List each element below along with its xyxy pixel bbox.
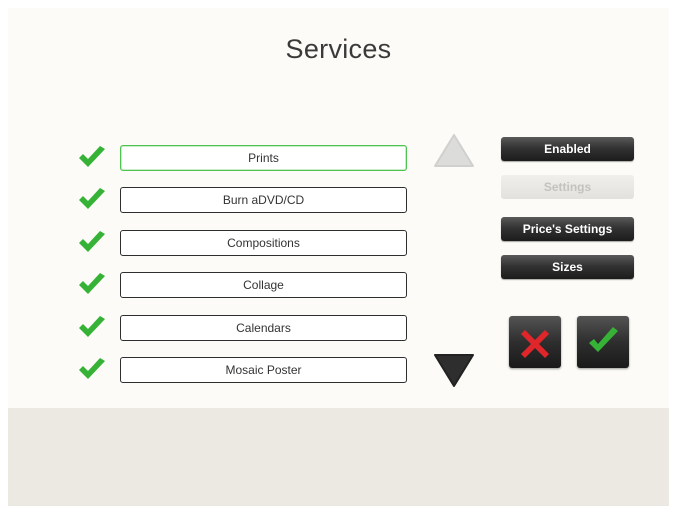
confirm-button[interactable]	[577, 316, 629, 368]
green-check-icon	[589, 327, 618, 352]
service-item-prints[interactable]: Prints	[120, 145, 407, 171]
check-icon[interactable]	[77, 145, 107, 171]
service-item-mosaic-poster[interactable]: Mosaic Poster	[120, 357, 407, 383]
footer-bar	[8, 408, 669, 506]
enabled-button[interactable]: Enabled	[501, 137, 634, 161]
red-x-icon	[521, 330, 549, 358]
service-item-calendars[interactable]: Calendars	[120, 315, 407, 341]
page-title: Services	[285, 34, 392, 64]
service-row: Prints	[77, 145, 409, 173]
scroll-up-button[interactable]	[433, 133, 475, 169]
service-row: Burn aDVD/CD	[77, 187, 409, 215]
service-row: Collage	[77, 272, 409, 300]
service-item-burn-dvd-cd[interactable]: Burn aDVD/CD	[120, 187, 407, 213]
service-row: Compositions	[77, 230, 409, 258]
cancel-button[interactable]	[509, 316, 561, 368]
check-icon[interactable]	[77, 230, 107, 256]
service-row: Mosaic Poster	[77, 357, 409, 385]
check-icon[interactable]	[77, 272, 107, 298]
scroll-down-button[interactable]	[433, 352, 475, 388]
check-icon[interactable]	[77, 187, 107, 213]
settings-button[interactable]: Settings	[501, 175, 634, 199]
service-item-compositions[interactable]: Compositions	[120, 230, 407, 256]
check-icon[interactable]	[77, 357, 107, 383]
service-row: Calendars	[77, 315, 409, 343]
check-icon[interactable]	[77, 315, 107, 341]
sizes-button[interactable]: Sizes	[501, 255, 634, 279]
service-item-collage[interactable]: Collage	[120, 272, 407, 298]
price-settings-button[interactable]: Price's Settings	[501, 217, 634, 241]
